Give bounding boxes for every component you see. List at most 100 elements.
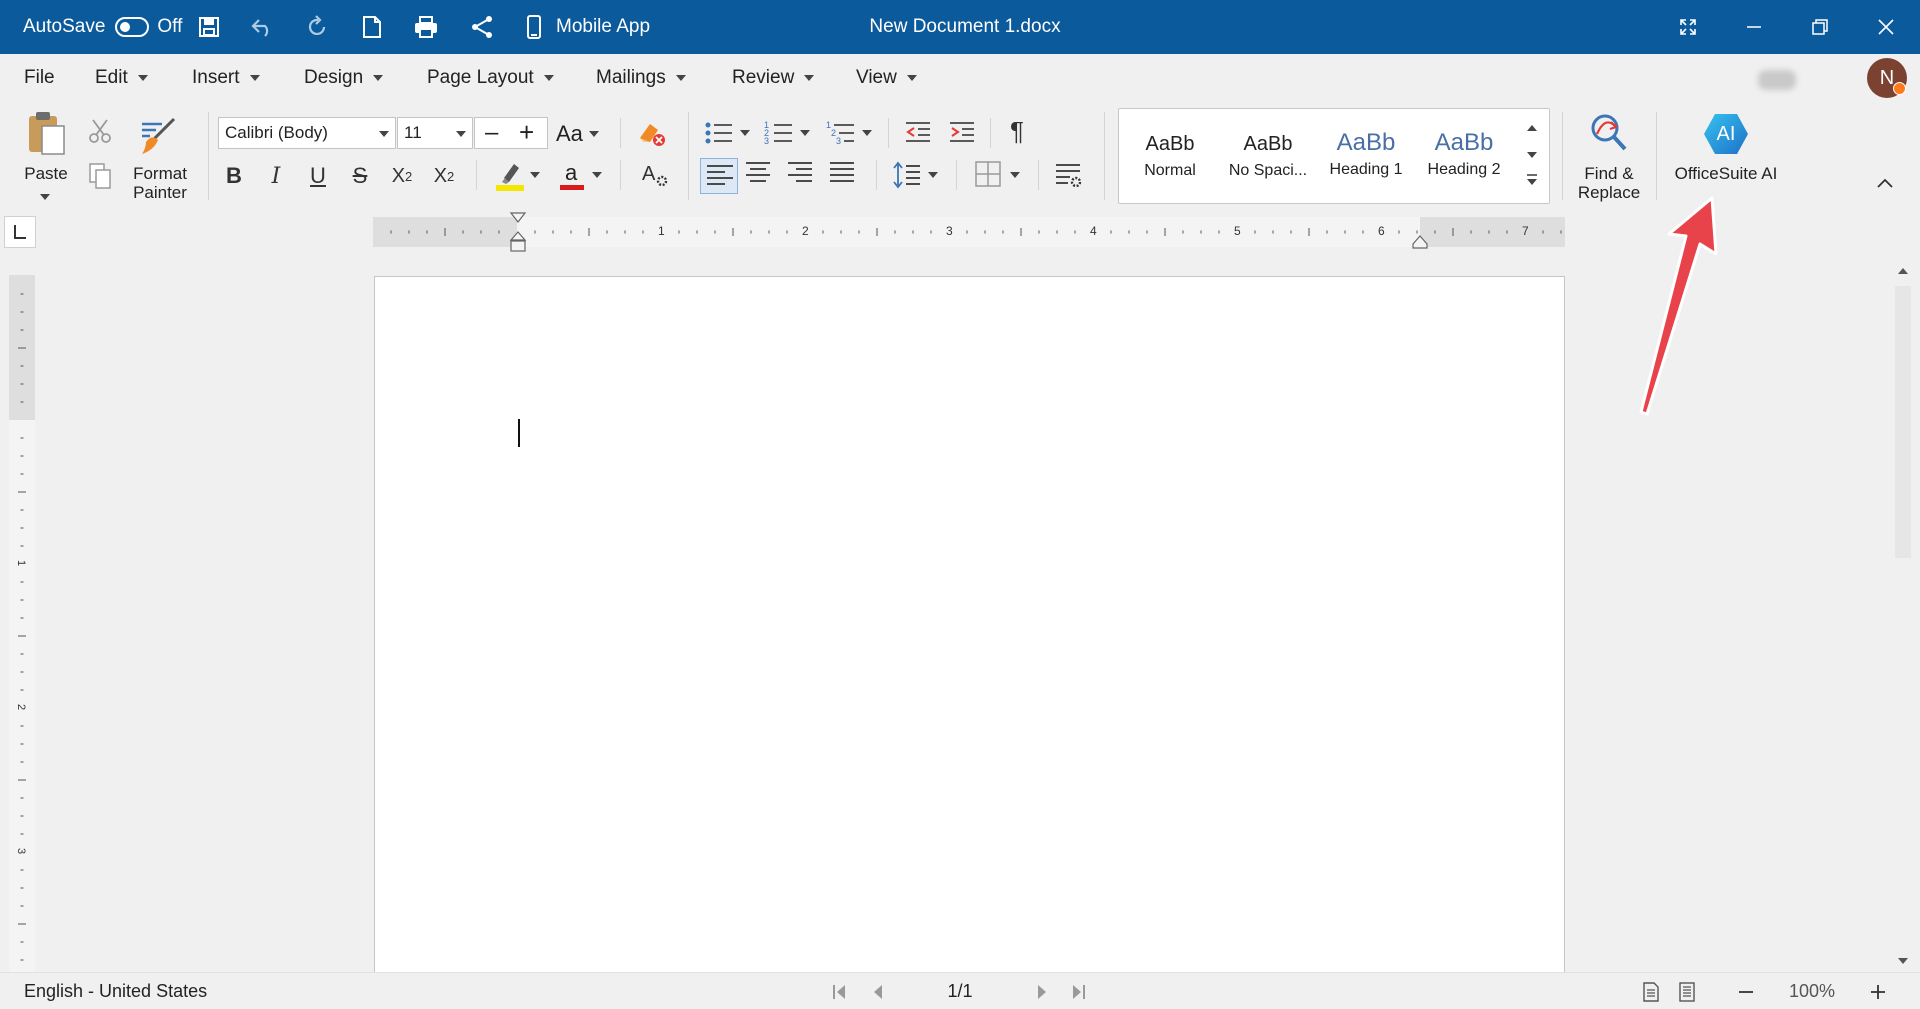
show-formatting-marks-button[interactable]: ¶ [1010, 116, 1040, 150]
close-button[interactable] [1854, 0, 1918, 54]
font-size-stepper: – + [474, 117, 548, 149]
expand-gallery-icon [1527, 174, 1537, 185]
share-icon[interactable] [470, 0, 494, 54]
close-icon [1878, 19, 1894, 35]
previous-page-button[interactable] [868, 982, 888, 1002]
underline-button[interactable]: U [300, 159, 336, 193]
menu-file[interactable]: File [24, 54, 55, 102]
mobile-app-button[interactable]: Mobile App [526, 0, 650, 54]
paste-button[interactable]: Paste [18, 110, 74, 202]
menu-page-layout[interactable]: Page Layout [427, 54, 554, 102]
menu-review[interactable]: Review [732, 54, 815, 102]
ribbon-divider [990, 118, 991, 148]
document-title: New Document 1.docx [869, 16, 1061, 37]
cut-button[interactable] [88, 118, 116, 146]
subscript-button[interactable]: X2 [384, 159, 420, 193]
previous-page-icon [874, 985, 882, 999]
zoom-out-button[interactable] [1736, 982, 1756, 1002]
style-name: Normal [1144, 162, 1196, 179]
restore-icon [1812, 19, 1828, 35]
style-heading-2[interactable]: AaBb Heading 2 [1415, 109, 1513, 203]
restore-button[interactable] [1788, 0, 1852, 54]
menu-edit[interactable]: Edit [95, 54, 148, 102]
autosave-toggle[interactable]: AutoSave Off [23, 0, 182, 54]
clipboard-icon [29, 112, 65, 155]
menu-design[interactable]: Design [304, 54, 384, 102]
change-case-button[interactable]: Aa [556, 118, 608, 150]
print-layout-view-button[interactable] [1642, 982, 1662, 1002]
numbering-button[interactable]: 123 [764, 118, 814, 150]
scroll-up-icon[interactable] [1893, 264, 1913, 278]
increase-font-icon[interactable]: + [519, 119, 534, 145]
autosave-state: Off [157, 16, 183, 37]
zoom-in-button[interactable] [1868, 982, 1888, 1002]
plus-icon [1871, 985, 1885, 999]
gallery-scroll-down-button[interactable] [1525, 147, 1545, 167]
collapse-ribbon-button[interactable] [1876, 176, 1902, 196]
multilevel-list-button[interactable]: 123 [826, 118, 876, 150]
style-no-spacing[interactable]: AaBb No Spaci... [1219, 109, 1317, 203]
style-heading-1[interactable]: AaBb Heading 1 [1317, 109, 1415, 203]
account-name-blurred [1758, 70, 1796, 90]
clear-formatting-button[interactable] [636, 118, 668, 150]
gallery-expand-button[interactable] [1525, 173, 1545, 193]
decrease-font-icon[interactable]: – [485, 121, 498, 145]
align-right-button[interactable] [786, 160, 818, 192]
font-name-select[interactable]: Calibri (Body) [218, 117, 396, 149]
tab-stop-selector[interactable] [4, 216, 36, 248]
menu-view[interactable]: View [856, 54, 917, 102]
chevron-down-icon [906, 75, 917, 81]
language-indicator[interactable]: English - United States [24, 973, 207, 1009]
vertical-ruler-labels: 1 2 3 [9, 275, 35, 972]
scrollbar-thumb[interactable] [1895, 286, 1911, 558]
align-center-button[interactable] [744, 160, 776, 192]
fullscreen-button[interactable] [1656, 0, 1720, 54]
bold-button[interactable]: B [216, 159, 252, 193]
redo-icon[interactable] [306, 0, 330, 54]
autosave-switch[interactable] [115, 17, 150, 37]
document-page[interactable] [374, 276, 1565, 976]
new-document-icon[interactable] [362, 0, 382, 54]
scroll-down-icon[interactable] [1893, 954, 1913, 968]
strikethrough-button[interactable]: S [342, 159, 378, 193]
last-page-button[interactable] [1068, 982, 1088, 1002]
font-size-select[interactable]: 11 [397, 117, 473, 149]
increase-indent-button[interactable] [948, 118, 978, 150]
right-indent-marker[interactable] [1410, 234, 1430, 254]
character-formatting-button[interactable]: A [640, 160, 674, 194]
gallery-scroll-up-button[interactable] [1525, 119, 1545, 139]
indent-markers[interactable] [508, 212, 528, 258]
italic-button[interactable]: I [258, 159, 294, 193]
officesuite-ai-button[interactable]: AI OfficeSuite AI [1666, 110, 1786, 202]
menu-mailings[interactable]: Mailings [596, 54, 686, 102]
decrease-indent-button[interactable] [904, 118, 934, 150]
ruler-mark: 3 [946, 224, 953, 238]
style-name: Heading 2 [1427, 161, 1501, 178]
line-spacing-button[interactable] [892, 160, 944, 192]
save-icon[interactable] [198, 0, 220, 54]
borders-button[interactable] [974, 160, 1026, 192]
style-normal[interactable]: AaBb Normal [1121, 109, 1219, 203]
align-left-button[interactable] [700, 158, 738, 194]
bullets-button[interactable] [704, 118, 754, 150]
format-painter-button[interactable]: Format Painter [124, 112, 196, 204]
web-layout-view-button[interactable] [1678, 982, 1698, 1002]
justify-button[interactable] [828, 160, 860, 192]
next-page-button[interactable] [1032, 982, 1052, 1002]
print-icon[interactable] [414, 0, 438, 54]
find-replace-button[interactable]: Find & Replace [1572, 112, 1646, 204]
superscript-button[interactable]: X2 [426, 159, 462, 193]
zoom-level[interactable]: 100% [1784, 973, 1840, 1009]
first-page-button[interactable] [830, 982, 850, 1002]
text-cursor [518, 419, 520, 447]
paragraph-settings-button[interactable] [1054, 160, 1086, 192]
highlight-color-button[interactable] [494, 160, 544, 194]
undo-icon[interactable] [250, 0, 276, 54]
menu-insert[interactable]: Insert [192, 54, 260, 102]
phone-icon [527, 15, 541, 39]
copy-button[interactable] [88, 162, 116, 192]
font-color-button[interactable]: a [556, 160, 606, 194]
officesuite-window: AutoSave Off Mobile App New Document 1.d… [0, 0, 1920, 1009]
style-sample: AaBb [1243, 133, 1293, 155]
minimize-button[interactable] [1722, 0, 1786, 54]
